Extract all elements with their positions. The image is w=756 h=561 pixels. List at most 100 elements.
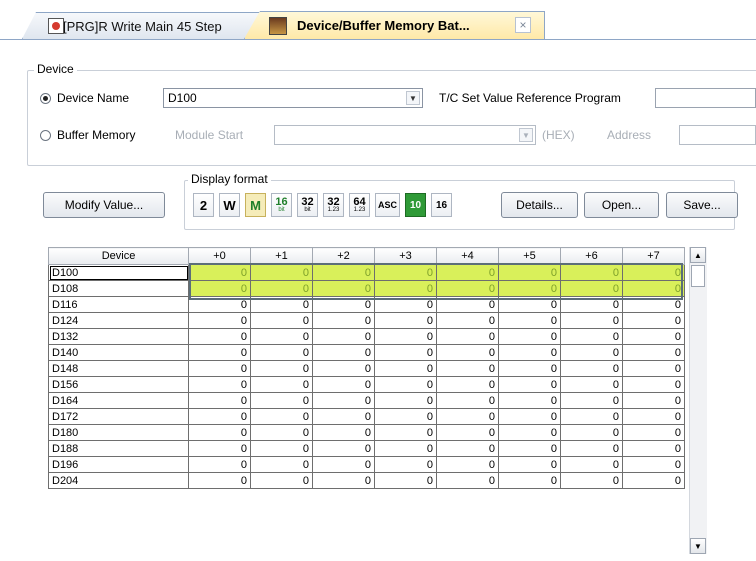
value-cell[interactable]: 0 (436, 344, 499, 361)
value-cell[interactable]: 0 (188, 264, 251, 281)
value-cell[interactable]: 0 (250, 392, 313, 409)
format-hex-button[interactable]: 16 (431, 193, 452, 217)
value-cell[interactable]: 0 (312, 312, 375, 329)
value-cell[interactable]: 0 (560, 376, 623, 393)
value-cell[interactable]: 0 (498, 328, 561, 345)
value-cell[interactable]: 0 (250, 344, 313, 361)
value-cell[interactable]: 0 (312, 472, 375, 489)
value-cell[interactable]: 0 (622, 296, 685, 313)
device-cell[interactable]: D116 (48, 296, 189, 313)
value-cell[interactable]: 0 (188, 344, 251, 361)
value-cell[interactable]: 0 (188, 312, 251, 329)
value-cell[interactable]: 0 (250, 312, 313, 329)
format-32bit-button[interactable]: 32 bit (297, 193, 318, 217)
value-cell[interactable]: 0 (312, 328, 375, 345)
device-cell[interactable]: D204 (48, 472, 189, 489)
value-cell[interactable]: 0 (312, 424, 375, 441)
grid-vertical-scrollbar[interactable]: ▲ ▼ (689, 247, 707, 554)
value-cell[interactable]: 0 (498, 264, 561, 281)
value-cell[interactable]: 0 (312, 296, 375, 313)
value-cell[interactable]: 0 (312, 360, 375, 377)
value-cell[interactable]: 0 (250, 408, 313, 425)
value-cell[interactable]: 0 (622, 408, 685, 425)
value-cell[interactable]: 0 (436, 312, 499, 329)
value-cell[interactable]: 0 (374, 280, 437, 297)
close-tab-icon[interactable]: × (515, 17, 531, 33)
value-cell[interactable]: 0 (312, 392, 375, 409)
open-button[interactable]: Open... (584, 192, 659, 218)
value-cell[interactable]: 0 (188, 280, 251, 297)
value-cell[interactable]: 0 (374, 264, 437, 281)
value-cell[interactable]: 0 (374, 376, 437, 393)
value-cell[interactable]: 0 (498, 344, 561, 361)
value-cell[interactable]: 0 (374, 392, 437, 409)
scroll-down-icon[interactable]: ▼ (690, 538, 706, 554)
value-cell[interactable]: 0 (188, 440, 251, 457)
value-cell[interactable]: 0 (622, 424, 685, 441)
value-cell[interactable]: 0 (250, 472, 313, 489)
value-cell[interactable]: 0 (436, 392, 499, 409)
value-cell[interactable]: 0 (312, 408, 375, 425)
format-mixed-button[interactable]: M (245, 193, 266, 217)
format-binary-button[interactable]: 2 (193, 193, 214, 217)
value-cell[interactable]: 0 (436, 408, 499, 425)
value-cell[interactable]: 0 (188, 376, 251, 393)
scrollbar-thumb[interactable] (691, 265, 705, 287)
buffer-memory-radio[interactable] (40, 129, 51, 141)
value-cell[interactable]: 0 (250, 360, 313, 377)
value-cell[interactable]: 0 (374, 472, 437, 489)
value-cell[interactable]: 0 (374, 344, 437, 361)
value-cell[interactable]: 0 (374, 312, 437, 329)
value-cell[interactable]: 0 (250, 264, 313, 281)
device-cell[interactable]: D156 (48, 376, 189, 393)
value-cell[interactable]: 0 (560, 264, 623, 281)
value-cell[interactable]: 0 (498, 312, 561, 329)
value-cell[interactable]: 0 (622, 264, 685, 281)
value-cell[interactable]: 0 (560, 408, 623, 425)
value-cell[interactable]: 0 (374, 424, 437, 441)
value-cell[interactable]: 0 (374, 440, 437, 457)
device-name-combo[interactable]: D100 ▼ (163, 88, 423, 108)
device-cell[interactable]: D108 (48, 280, 189, 297)
scroll-up-icon[interactable]: ▲ (690, 247, 706, 263)
value-cell[interactable]: 0 (622, 280, 685, 297)
device-cell[interactable]: D132 (48, 328, 189, 345)
value-cell[interactable]: 0 (498, 424, 561, 441)
chevron-down-icon[interactable]: ▼ (519, 128, 533, 142)
save-button[interactable]: Save... (666, 192, 738, 218)
modify-value-button[interactable]: Modify Value... (43, 192, 165, 218)
value-cell[interactable]: 0 (250, 376, 313, 393)
value-cell[interactable]: 0 (188, 392, 251, 409)
value-cell[interactable]: 0 (498, 440, 561, 457)
buffer-memory-radio-row[interactable]: Buffer Memory (40, 128, 135, 142)
value-cell[interactable]: 0 (498, 392, 561, 409)
value-cell[interactable]: 0 (560, 360, 623, 377)
value-cell[interactable]: 0 (622, 392, 685, 409)
format-32float-button[interactable]: 32 1.23 (323, 193, 344, 217)
value-cell[interactable]: 0 (560, 392, 623, 409)
value-cell[interactable]: 0 (436, 264, 499, 281)
value-cell[interactable]: 0 (498, 456, 561, 473)
format-ascii-button[interactable]: ASC (375, 193, 400, 217)
value-cell[interactable]: 0 (436, 328, 499, 345)
chevron-down-icon[interactable]: ▼ (406, 91, 420, 105)
value-cell[interactable]: 0 (436, 280, 499, 297)
value-cell[interactable]: 0 (622, 328, 685, 345)
value-cell[interactable]: 0 (312, 376, 375, 393)
value-cell[interactable]: 0 (436, 440, 499, 457)
value-cell[interactable]: 0 (436, 296, 499, 313)
value-cell[interactable]: 0 (188, 328, 251, 345)
value-cell[interactable]: 0 (560, 424, 623, 441)
value-cell[interactable]: 0 (312, 264, 375, 281)
format-decimal-button[interactable]: 10 (405, 193, 426, 217)
value-cell[interactable]: 0 (622, 360, 685, 377)
device-cell[interactable]: D188 (48, 440, 189, 457)
value-cell[interactable]: 0 (622, 344, 685, 361)
value-cell[interactable]: 0 (560, 456, 623, 473)
tab-program[interactable]: [PRG]R Write Main 45 Step (22, 12, 260, 39)
value-cell[interactable]: 0 (498, 408, 561, 425)
value-cell[interactable]: 0 (188, 456, 251, 473)
value-cell[interactable]: 0 (498, 280, 561, 297)
value-cell[interactable]: 0 (560, 280, 623, 297)
value-cell[interactable]: 0 (188, 296, 251, 313)
